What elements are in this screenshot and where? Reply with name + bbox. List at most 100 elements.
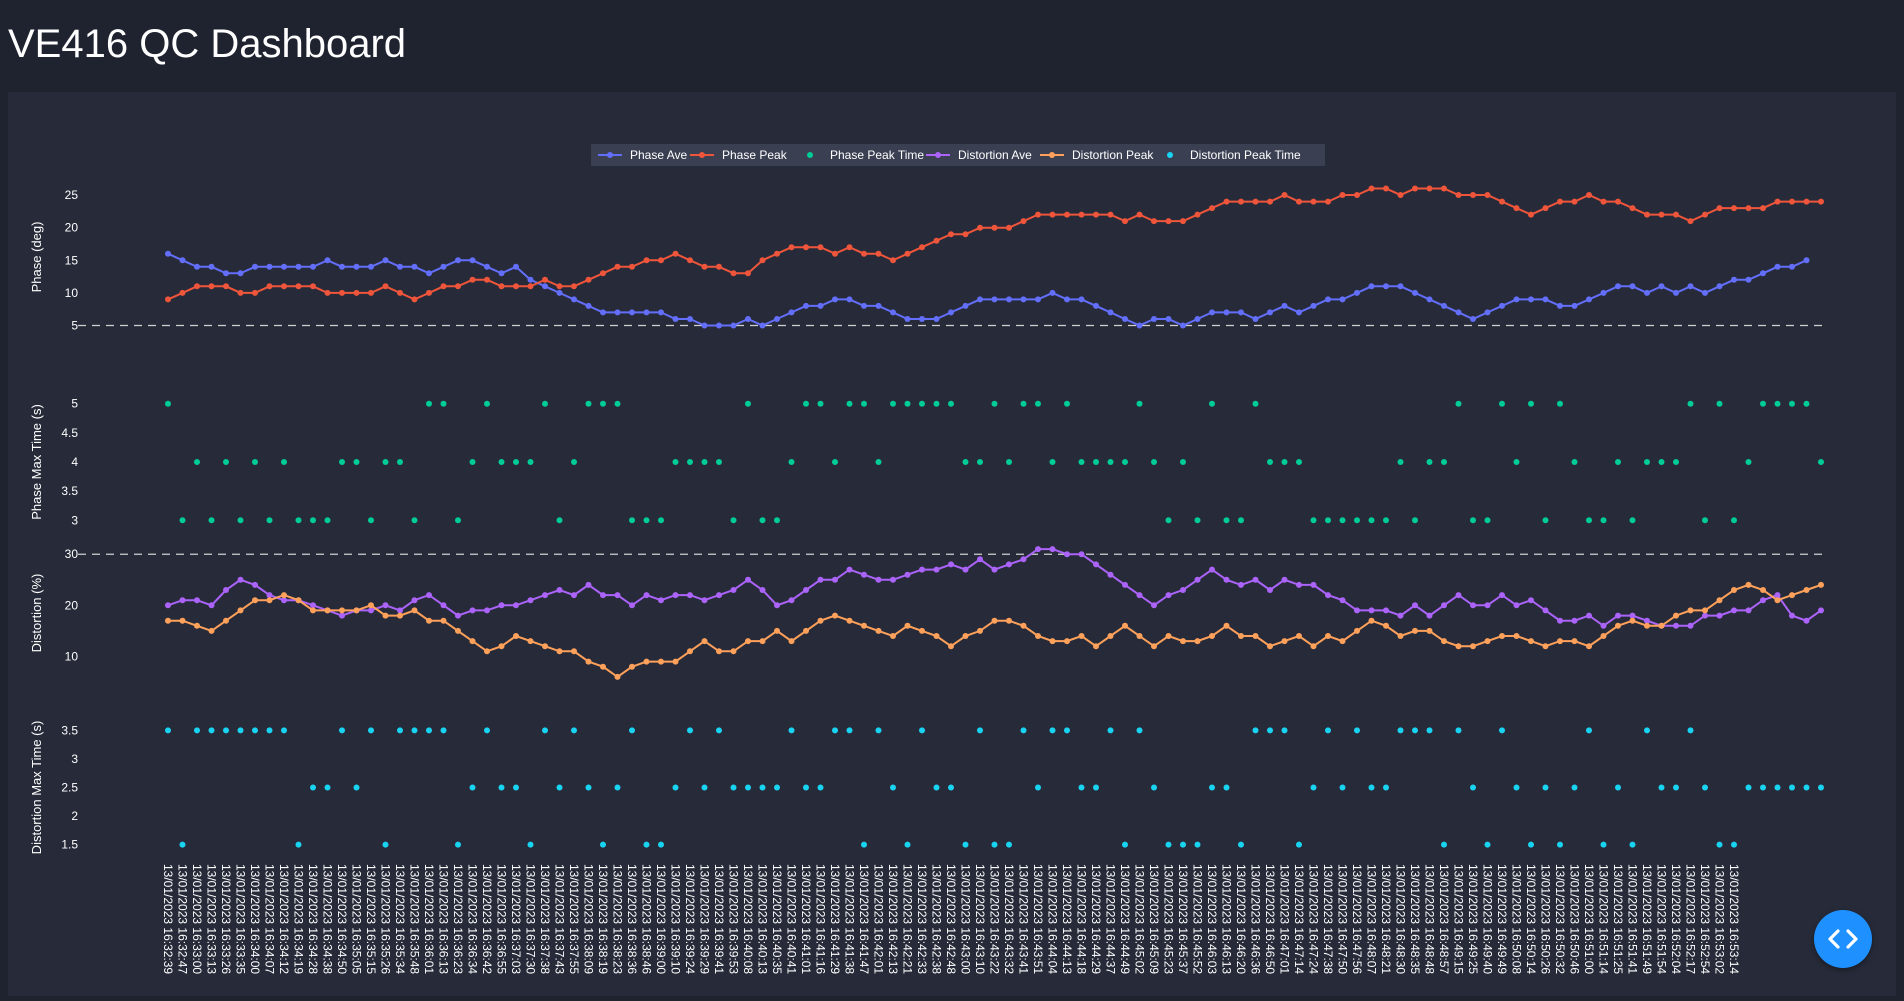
data-point <box>904 250 911 257</box>
data-point <box>1629 205 1636 212</box>
data-point <box>1165 316 1172 322</box>
subplot-distortion: 10 20 30 Distortion (%) <box>29 546 1826 680</box>
data-point <box>513 459 519 465</box>
data-point <box>484 648 490 655</box>
data-point <box>1484 192 1491 198</box>
data-point <box>1615 283 1621 290</box>
data-point <box>324 289 331 296</box>
data-point <box>1093 459 1099 465</box>
data-point <box>1093 211 1099 218</box>
data-point <box>1644 727 1650 734</box>
data-point <box>1412 185 1418 192</box>
data-point <box>803 784 809 791</box>
data-point <box>1020 296 1027 303</box>
x-tick-label: 13/01/2023 16:48:57 <box>1437 864 1451 974</box>
data-point <box>1528 400 1534 407</box>
data-point <box>411 263 418 270</box>
data-point <box>281 592 287 599</box>
data-point <box>730 648 737 655</box>
data-point <box>1455 592 1462 599</box>
code-toggle-button[interactable] <box>1814 910 1872 968</box>
data-point <box>1687 400 1694 407</box>
data-point <box>1499 592 1505 599</box>
x-tick-label: 13/01/2023 16:45:02 <box>1133 864 1147 974</box>
data-point <box>1673 211 1679 218</box>
data-point <box>948 643 954 650</box>
data-point <box>1586 612 1592 619</box>
data-point <box>469 638 476 645</box>
y-tick-label: 2 <box>71 809 78 823</box>
data-point <box>484 607 490 614</box>
x-tick-label: 13/01/2023 16:39:10 <box>669 864 683 974</box>
data-point <box>295 841 302 848</box>
x-tick-label: 13/01/2023 16:51:14 <box>1597 864 1611 974</box>
data-point <box>962 231 969 238</box>
data-point <box>716 727 722 734</box>
data-point <box>1557 617 1563 624</box>
data-point <box>1107 727 1114 734</box>
data-point <box>368 602 374 609</box>
data-point <box>208 727 215 734</box>
y-axis-title: Distortion Max Time (s) <box>29 721 44 855</box>
x-tick-label: 13/01/2023 16:42:38 <box>930 864 944 974</box>
data-point <box>353 459 360 465</box>
data-point <box>266 263 273 270</box>
data-point <box>701 459 708 465</box>
data-point <box>904 841 911 848</box>
y-tick-label: 4 <box>71 455 78 469</box>
data-point <box>1412 602 1418 609</box>
data-point <box>701 638 708 645</box>
data-point <box>1209 633 1215 639</box>
data-point <box>977 459 983 465</box>
data-point <box>1687 607 1694 614</box>
data-point <box>1513 459 1520 465</box>
x-tick-label: 13/01/2023 16:38:19 <box>596 864 610 974</box>
data-point <box>1731 607 1737 614</box>
data-point <box>991 224 998 231</box>
data-point <box>904 400 911 407</box>
legend-swatch-marker <box>1167 152 1173 158</box>
data-point <box>1136 400 1143 407</box>
data-point <box>1165 633 1172 639</box>
data-point <box>1557 302 1563 309</box>
data-point <box>1064 400 1070 407</box>
data-point <box>817 617 824 624</box>
data-point <box>1180 638 1186 645</box>
data-point <box>1223 517 1230 524</box>
x-tick-label: 13/01/2023 16:47:38 <box>1321 864 1335 974</box>
y-tick-label: 30 <box>65 547 79 561</box>
x-tick-label: 13/01/2023 16:51:54 <box>1655 864 1669 974</box>
x-tick-label: 13/01/2023 16:35:48 <box>408 864 422 974</box>
data-point <box>194 283 200 290</box>
data-point <box>1049 459 1056 465</box>
data-point <box>426 289 432 296</box>
y-tick-label: 15 <box>65 253 79 267</box>
x-tick-label: 13/01/2023 16:44:18 <box>1075 864 1089 974</box>
data-point <box>890 400 896 407</box>
data-point <box>1383 185 1389 192</box>
data-point <box>672 592 679 599</box>
data-point <box>977 727 983 734</box>
data-point <box>643 592 650 599</box>
data-point <box>600 400 606 407</box>
x-tick-label: 13/01/2023 16:33:00 <box>190 864 204 974</box>
legend-swatch-marker <box>935 152 941 158</box>
data-point <box>933 784 940 791</box>
data-point <box>1223 622 1230 629</box>
data-point <box>1658 784 1665 791</box>
data-point <box>1484 309 1491 316</box>
data-point <box>1412 727 1418 734</box>
data-point <box>1455 643 1462 650</box>
data-point <box>1136 211 1143 218</box>
data-point <box>832 296 838 303</box>
data-point <box>1122 841 1128 848</box>
data-point <box>1673 459 1679 465</box>
data-point <box>1687 727 1694 734</box>
data-point <box>1397 459 1404 465</box>
data-point <box>397 612 403 619</box>
data-point <box>687 459 693 465</box>
data-point <box>1354 289 1360 296</box>
data-point <box>1426 185 1433 192</box>
data-point <box>585 276 592 283</box>
data-point <box>1310 517 1317 524</box>
